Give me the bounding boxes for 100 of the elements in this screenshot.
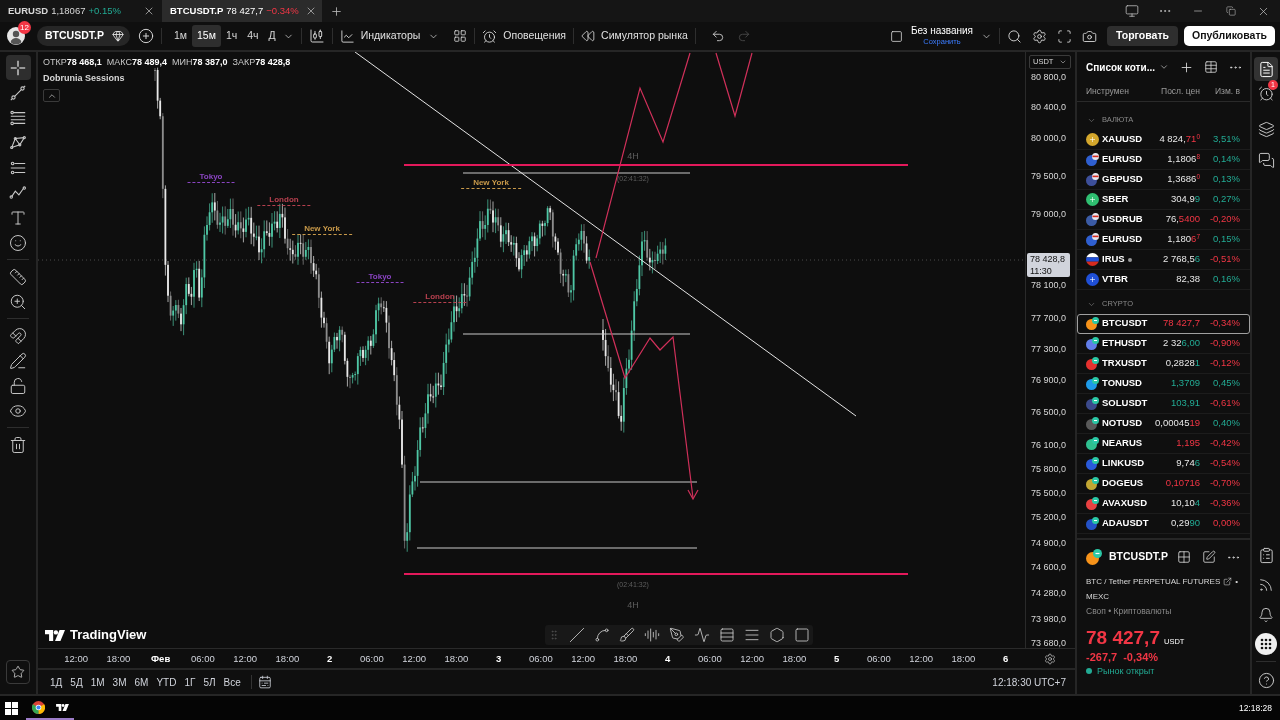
curve-icon[interactable]: [594, 627, 610, 643]
symbol-name[interactable]: BTCUSDT.P: [1109, 549, 1168, 565]
gem-icon[interactable]: [111, 30, 124, 42]
watchlist-row[interactable]: ETHUSDT 2 326,00 -0,90%: [1077, 334, 1250, 354]
chart-tab[interactable]: BTCUSDT.P 78 427,7 −0.34%: [162, 0, 322, 22]
favorites-button[interactable]: [6, 660, 30, 684]
range-button[interactable]: 3М: [108, 672, 131, 692]
rows-icon[interactable]: [719, 627, 735, 643]
replay-button[interactable]: Симулятор рынка: [581, 25, 688, 47]
close-icon[interactable]: [143, 5, 155, 17]
watchlist-row[interactable]: SOLUSDT 103,91 -0,61%: [1077, 394, 1250, 414]
add-icon[interactable]: [1179, 59, 1194, 75]
external-link-icon[interactable]: [1223, 577, 1233, 586]
drag-handle-icon[interactable]: [548, 629, 560, 641]
broadcast-icon[interactable]: [1258, 577, 1274, 593]
brush-icon[interactable]: [619, 627, 635, 643]
symbol-name: ADAUSDT: [1102, 516, 1149, 531]
interval-button[interactable]: 4ч: [242, 25, 264, 47]
watchlist-row[interactable]: IRUS 2 768,56 -0,51%: [1077, 250, 1250, 270]
add-symbol-icon[interactable]: [137, 28, 154, 44]
bars-icon[interactable]: [644, 627, 660, 643]
interval-button[interactable]: 15м: [192, 25, 221, 47]
watchlist-row[interactable]: VTBR 82,38 0,16%: [1077, 270, 1250, 290]
range-button[interactable]: 1Д: [46, 672, 67, 692]
interval-button[interactable]: 1ч: [220, 25, 243, 47]
undo-icon[interactable]: [710, 29, 725, 43]
help-icon[interactable]: [1257, 671, 1275, 689]
interval-button[interactable]: Д: [263, 25, 281, 47]
column-header[interactable]: Изм. в: [1214, 85, 1240, 98]
watchlist-row[interactable]: BTCUSDT 78 427,7 -0,34%: [1077, 314, 1250, 334]
last-price: 1,3709: [1170, 376, 1200, 391]
range-button[interactable]: 5Д: [66, 672, 87, 692]
column-header[interactable]: Инструмен: [1086, 86, 1129, 97]
watchlist-row[interactable]: SBER 304,99 0,27%: [1077, 190, 1250, 210]
indicator-title[interactable]: Dobrunia Sessions: [43, 72, 125, 84]
bell-icon[interactable]: [1258, 607, 1274, 623]
dot-grid-icon[interactable]: [1255, 633, 1277, 655]
chart-line-icon[interactable]: [339, 28, 355, 44]
range-button[interactable]: 1Г: [180, 672, 200, 692]
restore-icon[interactable]: [1225, 6, 1236, 16]
time-label: 18:00: [444, 652, 469, 665]
zone-label: 4H: [627, 151, 639, 162]
range-button[interactable]: 1М: [86, 672, 109, 692]
interval-button[interactable]: 1м: [168, 25, 192, 47]
range-button[interactable]: 6М: [130, 672, 153, 692]
alerts-button[interactable]: Оповещения: [482, 25, 567, 47]
clipboard-icon[interactable]: [1257, 546, 1275, 564]
range-button[interactable]: YTD: [152, 672, 181, 692]
monitor-icon[interactable]: [1124, 4, 1139, 18]
watchlist-row[interactable]: TRXUSDT 0,28281 -0,12%: [1077, 354, 1250, 374]
star-icon[interactable]: [11, 665, 25, 679]
browser-icon[interactable]: [31, 700, 45, 714]
camera-icon[interactable]: [1082, 28, 1098, 44]
edit-icon[interactable]: [1202, 550, 1216, 564]
caret-icon[interactable]: [1059, 58, 1067, 66]
watchlist-row[interactable]: ADAUSDT 0,2990 0,00%: [1077, 514, 1250, 534]
pen-icon[interactable]: [669, 627, 685, 643]
grid-icon[interactable]: [1177, 550, 1191, 564]
last-price: 103,91: [1170, 396, 1200, 411]
range-button[interactable]: Все: [219, 672, 245, 692]
square-icon[interactable]: [794, 627, 810, 643]
caret-icon[interactable]: [1159, 62, 1169, 72]
windows-logo-icon[interactable]: [5, 701, 18, 715]
watchlist-row[interactable]: AVAXUSD 10,104 -0,36%: [1077, 494, 1250, 514]
search-icon[interactable]: [1007, 28, 1023, 44]
time-label: 6: [1002, 652, 1009, 665]
layout-icon[interactable]: [889, 29, 903, 43]
watchlist-row[interactable]: LINKUSD 9,746 -0,54%: [1077, 454, 1250, 474]
calendar-icon[interactable]: [257, 675, 272, 689]
symbol-name: VTBR: [1102, 272, 1128, 287]
last-price: 0,2990: [1170, 516, 1200, 531]
logo-icon[interactable]: [55, 703, 69, 711]
close-icon[interactable]: [305, 5, 317, 17]
symbol-search-button[interactable]: BTCUSDT.P: [37, 26, 130, 46]
lines-icon[interactable]: [744, 627, 760, 643]
settings-icon[interactable]: [1044, 652, 1056, 665]
publish-button[interactable]: Опубликовать: [1184, 26, 1275, 46]
pulse-line-icon[interactable]: [694, 627, 710, 643]
trade-button[interactable]: Торговать: [1107, 26, 1178, 46]
watchlist-title[interactable]: Список коти...: [1086, 59, 1155, 75]
alarm-clock-icon[interactable]: [482, 28, 498, 44]
settings-icon[interactable]: [1032, 28, 1048, 44]
column-header[interactable]: Посл. цен: [1161, 85, 1200, 98]
range-button[interactable]: 5Л: [199, 672, 220, 692]
watchlist-row[interactable]: DOGEUS 0,10716 -0,70%: [1077, 474, 1250, 494]
table-icon[interactable]: [1204, 60, 1218, 74]
watchlist-row[interactable]: NEARUS 1,195 -0,42%: [1077, 434, 1250, 454]
rewind-icon[interactable]: [581, 29, 596, 43]
indicators-button[interactable]: Индикаторы: [339, 25, 421, 47]
grid-icon[interactable]: [453, 29, 468, 43]
candles-icon[interactable]: [308, 28, 325, 44]
new-tab-icon[interactable]: [330, 4, 343, 18]
fullscreen-icon[interactable]: [1057, 28, 1073, 44]
watchlist-row[interactable]: NOTUSD 0,0004519 0,40%: [1077, 414, 1250, 434]
chart-tab[interactable]: EURUSD 1,18067 +0.15%: [0, 0, 160, 22]
line-icon[interactable]: [569, 627, 585, 643]
watchlist-row[interactable]: TONUSD 1,3709 0,45%: [1077, 374, 1250, 394]
time-label: 3: [495, 652, 502, 665]
watchlist-row[interactable]: USDRUB 76,5400 -0,20%: [1077, 210, 1250, 230]
hexagon-icon[interactable]: [769, 627, 785, 643]
